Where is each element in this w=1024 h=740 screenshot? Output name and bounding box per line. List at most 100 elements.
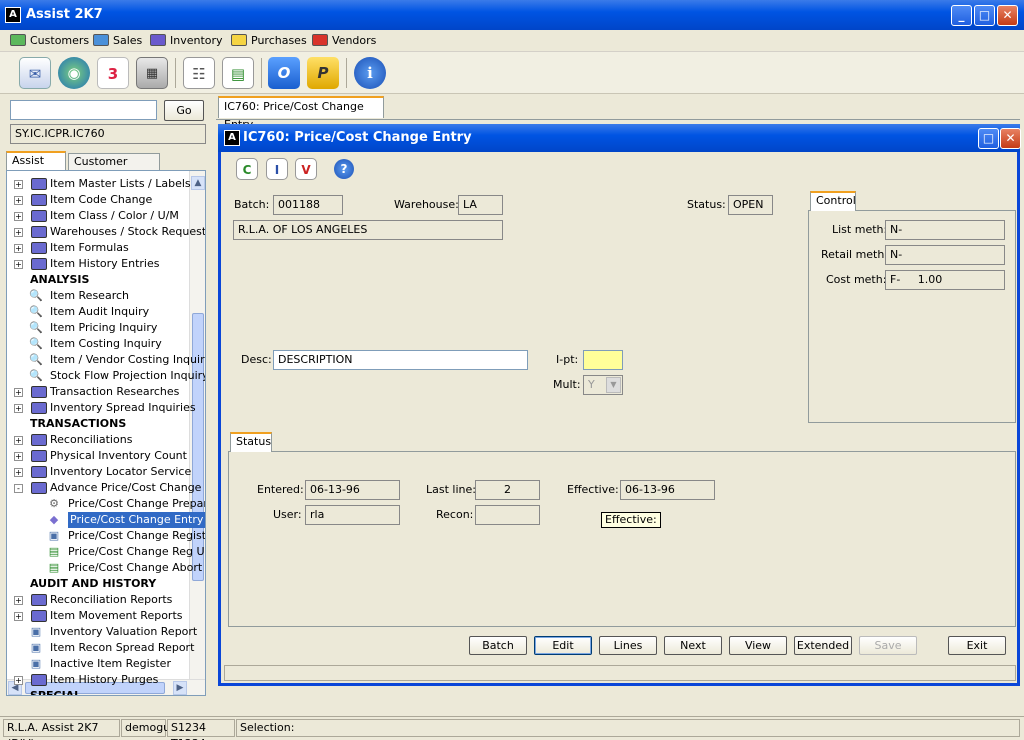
- tree-node[interactable]: + Physical Inventory Count: [7, 448, 189, 464]
- search-input[interactable]: [10, 100, 157, 120]
- inner-maximize-button[interactable]: □: [978, 128, 999, 149]
- warehouse-name-field: R.L.A. OF LOS ANGELES: [233, 220, 503, 240]
- tree-node[interactable]: 🔍 Stock Flow Projection Inquiry: [7, 368, 205, 384]
- menu-vendors[interactable]: Vendors: [312, 33, 376, 49]
- void-icon[interactable]: V: [295, 158, 317, 180]
- view-button[interactable]: View: [729, 636, 787, 655]
- menu-sales[interactable]: Sales: [93, 33, 142, 49]
- tree-node-label: Item / Vendor Costing Inquiry: [50, 353, 206, 366]
- tree-node[interactable]: ⚙ Price/Cost Change Prepar: [7, 496, 205, 512]
- tree-node[interactable]: + Reconciliation Reports: [7, 592, 189, 608]
- expand-icon[interactable]: +: [14, 404, 23, 413]
- batch-button[interactable]: Batch: [469, 636, 527, 655]
- expand-icon[interactable]: +: [14, 468, 23, 477]
- collapse-icon[interactable]: -: [14, 484, 23, 493]
- minimize-button[interactable]: _: [951, 5, 972, 26]
- expand-icon[interactable]: +: [14, 388, 23, 397]
- scroll-up-icon[interactable]: ▲: [191, 176, 205, 190]
- mult-select[interactable]: Y ▼: [583, 375, 623, 395]
- tree-node[interactable]: + Item History Entries: [7, 256, 189, 272]
- expand-icon[interactable]: +: [14, 180, 23, 189]
- tree-node[interactable]: 🔍 Item / Vendor Costing Inquiry: [7, 352, 205, 368]
- tree-node[interactable]: ▤ Price/Cost Change Reg U: [7, 544, 205, 560]
- status-panel: [228, 451, 1016, 627]
- expand-icon[interactable]: +: [14, 612, 23, 621]
- tab-control[interactable]: Control: [810, 191, 856, 211]
- tree-node[interactable]: + Warehouses / Stock Requests: [7, 224, 205, 240]
- close-button[interactable]: ✕: [997, 5, 1018, 26]
- tree-node[interactable]: ▣ Inactive Item Register: [7, 656, 189, 672]
- calculator-icon[interactable]: ▦: [136, 57, 168, 89]
- tree-node[interactable]: + Item Code Change: [7, 192, 189, 208]
- globe-icon[interactable]: ◉: [58, 57, 90, 89]
- tree-node[interactable]: + Item Master Lists / Labels: [7, 176, 191, 192]
- copy-icon[interactable]: C: [236, 158, 258, 180]
- inner-close-button[interactable]: ✕: [1000, 128, 1021, 149]
- tree-node[interactable]: + Reconciliations: [7, 432, 189, 448]
- expand-icon[interactable]: +: [14, 212, 23, 221]
- expand-icon[interactable]: +: [14, 196, 23, 205]
- warehouse-field[interactable]: LA: [458, 195, 503, 215]
- go-button[interactable]: Go: [164, 100, 204, 121]
- menu-purchases[interactable]: Purchases: [231, 33, 307, 49]
- tree-node[interactable]: + Inventory Locator Service: [7, 464, 191, 480]
- tab-customer-service[interactable]: Customer Service: [68, 153, 160, 184]
- batch-field[interactable]: 001188: [273, 195, 343, 215]
- tree-node[interactable]: ▣ Inventory Valuation Report: [7, 624, 197, 640]
- tree-node-label: Item History Entries: [50, 257, 160, 270]
- ipt-field[interactable]: [583, 350, 623, 370]
- edit-button[interactable]: Edit: [534, 636, 592, 655]
- tree-node[interactable]: - Advance Price/Cost Change: [7, 480, 201, 496]
- tree-node[interactable]: ◆ Price/Cost Change Entry: [7, 512, 205, 528]
- publisher-icon[interactable]: P: [307, 57, 339, 89]
- tree-vertical-scrollbar[interactable]: ▲ ▼: [189, 171, 205, 693]
- tree-node[interactable]: ▣ Item Recon Spread Report: [7, 640, 195, 656]
- tree-node[interactable]: ▣ Price/Cost Change Regist: [7, 528, 205, 544]
- desc-field[interactable]: DESCRIPTION: [273, 350, 528, 370]
- tree-node[interactable]: 🔍 Item Audit Inquiry: [7, 304, 189, 320]
- folder-icon: [31, 210, 47, 222]
- tree-node-label: Item Recon Spread Report: [50, 641, 195, 654]
- tree-node[interactable]: + Inventory Spread Inquiries: [7, 400, 196, 416]
- calendar-day: 3: [107, 65, 119, 83]
- expand-icon[interactable]: +: [14, 436, 23, 445]
- maximize-button[interactable]: □: [974, 5, 995, 26]
- tab-ic760[interactable]: IC760: Price/Cost Change Entry: [218, 96, 384, 131]
- extended-button[interactable]: Extended: [794, 636, 852, 655]
- expand-icon[interactable]: +: [14, 676, 23, 685]
- expand-icon[interactable]: +: [14, 244, 23, 253]
- expand-icon[interactable]: +: [14, 596, 23, 605]
- tree-node-label: Item Audit Inquiry: [50, 305, 150, 318]
- info-icon[interactable]: i: [354, 57, 386, 89]
- help-icon[interactable]: ?: [334, 159, 354, 179]
- expand-icon[interactable]: +: [14, 228, 23, 237]
- menu-inventory[interactable]: Inventory: [150, 33, 223, 49]
- insert-icon[interactable]: I: [266, 158, 288, 180]
- tree-node[interactable]: + Item Movement Reports: [7, 608, 189, 624]
- report-icon[interactable]: ▤: [222, 57, 254, 89]
- lines-button[interactable]: Lines: [599, 636, 657, 655]
- calendar-icon[interactable]: 3: [97, 57, 129, 89]
- tree-node[interactable]: + Item Class / Color / U/M: [7, 208, 189, 224]
- menu-customers[interactable]: Customers: [10, 33, 89, 49]
- mail-icon[interactable]: ✉: [19, 57, 51, 89]
- outlook-icon[interactable]: O: [268, 57, 300, 89]
- tree-node[interactable]: ▤ Price/Cost Change Abort: [7, 560, 202, 576]
- tree-node-label: Inactive Item Register: [50, 657, 171, 670]
- user-label: User:: [273, 508, 302, 521]
- exit-button[interactable]: Exit: [948, 636, 1006, 655]
- tab-status[interactable]: Status: [230, 432, 272, 452]
- next-button[interactable]: Next: [664, 636, 722, 655]
- save-button[interactable]: Save: [859, 636, 917, 655]
- tree-node[interactable]: 🔍 Item Research: [7, 288, 189, 304]
- address-book-icon[interactable]: ☷: [183, 57, 215, 89]
- tree-node[interactable]: 🔍 Item Pricing Inquiry: [7, 320, 189, 336]
- expand-icon[interactable]: +: [14, 260, 23, 269]
- tree-node[interactable]: 🔍 Item Costing Inquiry: [7, 336, 189, 352]
- navigation-tree: ▲ ▼ ◀ ▶ +Item Master Lists / Labels+Item…: [6, 170, 206, 696]
- tree-node[interactable]: + Item History Purges: [7, 672, 189, 688]
- tab-assist-2k7[interactable]: Assist 2K7: [6, 151, 66, 183]
- tree-node[interactable]: + Transaction Researches: [7, 384, 189, 400]
- tree-node[interactable]: + Item Formulas: [7, 240, 189, 256]
- expand-icon[interactable]: +: [14, 452, 23, 461]
